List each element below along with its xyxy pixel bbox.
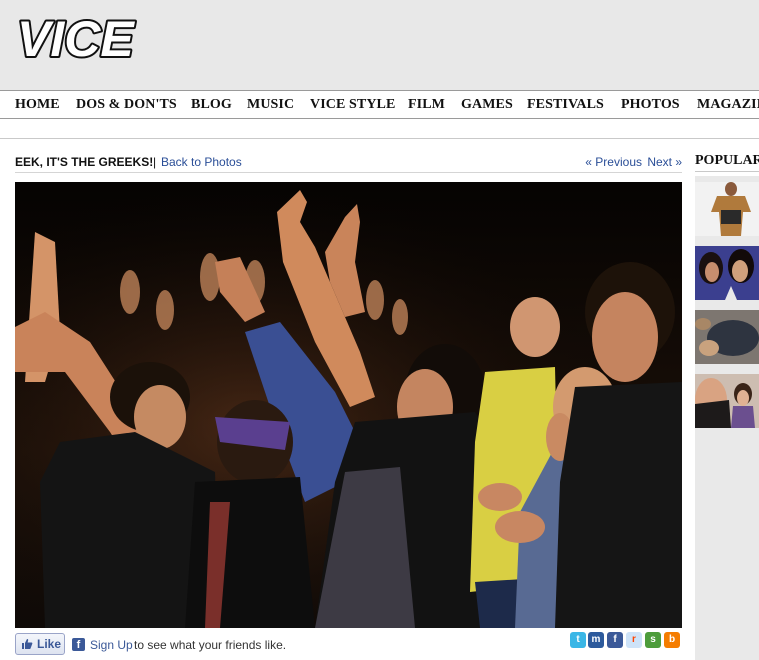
facebook-icon: f [72,638,85,651]
myspace-icon[interactable]: m [588,632,604,648]
nav-magazine[interactable]: MAGAZINE [697,97,759,113]
nav-home[interactable]: HOME [15,97,60,113]
nav-film[interactable]: FILM [408,97,445,113]
thumbnail-image [695,374,759,428]
nav-vice-style[interactable]: VICE STYLE [310,97,395,113]
nav-music[interactable]: MUSIC [247,97,294,113]
gallery-photo[interactable] [15,182,682,628]
sign-up-text: to see what your friends like. [134,638,287,652]
gallery-title: EEK, IT'S THE GREEKS! [15,155,154,169]
sub-nav-bar [0,119,759,139]
popular-thumbnail-3[interactable] [695,310,759,364]
main-nav: HOME DOS & DON'TS BLOG MUSIC VICE STYLE … [0,90,759,119]
thumbnail-image [695,310,759,364]
page: { "brand": { "logo_text": "VICE" }, "nav… [0,0,759,660]
nav-games[interactable]: GAMES [461,97,513,113]
thumbnail-image [695,246,759,300]
nav-blog[interactable]: BLOG [191,97,232,113]
nav-photos[interactable]: PHOTOS [621,97,680,113]
twitter-icon[interactable]: t [570,632,586,648]
thumbs-up-icon [22,639,33,649]
popular-thumbnail-1[interactable] [695,182,759,236]
masthead: VICE [0,0,759,90]
stumbleupon-icon[interactable]: s [645,632,661,648]
next-link[interactable]: Next » [647,155,682,169]
like-label: Like [37,637,62,651]
reddit-icon[interactable]: r [626,632,642,648]
vice-logo[interactable]: VICE [15,8,175,68]
nav-festivals[interactable]: FESTIVALS [527,97,604,113]
nav-dos-donts[interactable]: DOS & DON'TS [76,97,177,113]
title-separator: | [153,155,157,169]
logo-text: VICE [17,11,135,67]
popular-thumbnail-4[interactable] [695,374,759,428]
popular-heading: POPULAR [695,153,759,168]
crowd-photo-illustration [15,182,682,628]
popular-divider [695,171,759,172]
gallery-header: EEK, IT'S THE GREEKS! | Back to Photos «… [15,155,682,173]
facebook-like-button[interactable]: Like [15,633,65,655]
facebook-share-icon[interactable]: f [607,632,623,648]
thumbnail-image [711,182,751,236]
blogger-icon[interactable]: b [664,632,680,648]
sign-up-link[interactable]: Sign Up [90,638,133,652]
back-to-photos-link[interactable]: Back to Photos [161,155,242,169]
popular-thumbnail-2[interactable] [695,246,759,300]
previous-link[interactable]: « Previous [585,155,642,169]
